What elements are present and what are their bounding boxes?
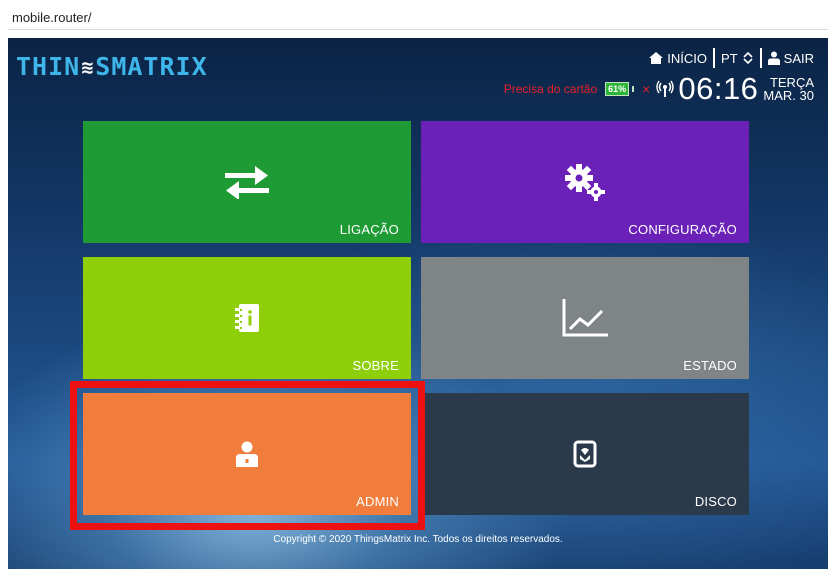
user-icon bbox=[767, 51, 780, 65]
tile-label: ESTADO bbox=[683, 358, 737, 373]
nav-divider bbox=[713, 48, 716, 68]
language-label: PT bbox=[721, 50, 738, 66]
tile-ligacao[interactable]: LIGAÇÃO bbox=[83, 121, 411, 243]
tile-label: DISCO bbox=[694, 494, 737, 509]
tile-label: CONFIGURAÇÃO bbox=[628, 222, 737, 237]
tile-sobre[interactable]: SOBRE bbox=[83, 257, 411, 379]
chevron-updown-icon bbox=[743, 52, 753, 64]
tile-disco[interactable]: DISCO bbox=[421, 393, 749, 515]
info-notebook-icon bbox=[235, 304, 259, 332]
top-navigation: INÍCIO PT SAIR bbox=[649, 48, 814, 68]
date-display: TERÇA MAR. 30 bbox=[763, 76, 814, 102]
battery-tip bbox=[632, 86, 635, 92]
line-chart-icon bbox=[562, 299, 608, 337]
logout-label: SAIR bbox=[783, 50, 814, 66]
tile-label: SOBRE bbox=[352, 358, 399, 373]
browser-address-bar[interactable]: mobile.router/ bbox=[0, 0, 828, 34]
tile-label: ADMIN bbox=[356, 494, 399, 509]
tile-label: LIGAÇÃO bbox=[339, 222, 399, 237]
sd-card-icon bbox=[573, 440, 597, 468]
tile-admin[interactable]: ADMIN bbox=[83, 393, 411, 515]
thingsmatrix-logo: THIN≋SMATRIX bbox=[16, 52, 208, 81]
status-bar: Precisa do cartão 61% × 06:16 TERÇA MAR.… bbox=[504, 72, 814, 106]
home-icon bbox=[649, 52, 664, 64]
battery-indicator: 61% bbox=[605, 82, 630, 96]
logo-mark: ≋ bbox=[81, 55, 95, 79]
gears-icon bbox=[565, 164, 605, 201]
copyright-text: Copyright © 2020 ThingsMatrix Inc. Todos… bbox=[273, 534, 563, 545]
clock-time: 06:16 bbox=[678, 71, 759, 106]
no-signal-icon: × bbox=[642, 81, 651, 97]
router-dashboard: THIN≋SMATRIX INÍCIO PT SAIR Precisa do c… bbox=[8, 38, 828, 569]
logo-text-left: THIN bbox=[16, 52, 81, 81]
nav-divider bbox=[759, 48, 762, 68]
date-text: MAR. 30 bbox=[763, 88, 814, 103]
address-bar-divider bbox=[8, 29, 828, 30]
home-link[interactable]: INÍCIO bbox=[649, 51, 707, 66]
tile-configuracao[interactable]: CONFIGURAÇÃO bbox=[421, 121, 749, 243]
url-text[interactable]: mobile.router/ bbox=[12, 9, 91, 27]
sim-card-warning: Precisa do cartão bbox=[503, 82, 598, 96]
antenna-signal-icon bbox=[656, 80, 675, 97]
admin-user-icon bbox=[236, 441, 258, 467]
logo-text-right: SMATRIX bbox=[95, 52, 208, 81]
logout-link[interactable]: SAIR bbox=[767, 50, 814, 66]
language-selector[interactable]: PT bbox=[721, 51, 754, 66]
tile-estado[interactable]: ESTADO bbox=[421, 257, 749, 379]
transfer-arrows-icon bbox=[225, 166, 269, 199]
home-label: INÍCIO bbox=[667, 50, 708, 66]
